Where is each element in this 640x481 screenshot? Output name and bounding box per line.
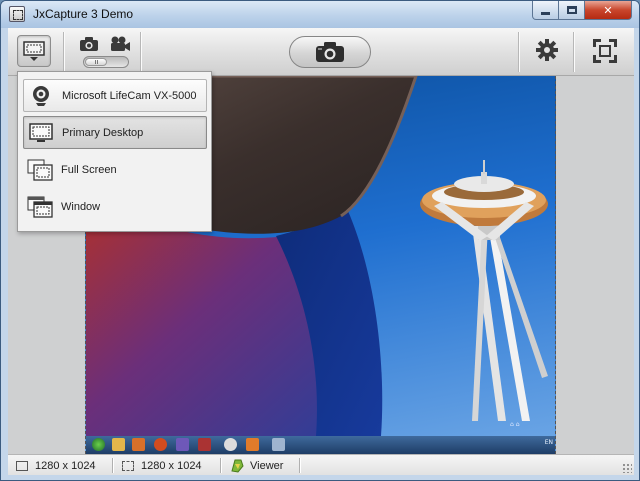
selection-size-value: 1280 x 1024: [141, 459, 202, 472]
start-orb-icon: [92, 438, 105, 451]
statusbar-divider: [220, 458, 221, 473]
fit-to-window-icon[interactable]: [592, 38, 618, 64]
source-menu: Microsoft LifeCam VX-5000 Primary Deskto…: [17, 71, 212, 232]
image-size-value: 1280 x 1024: [35, 459, 96, 472]
menu-item-label: Full Screen: [61, 163, 117, 176]
monitor-icon: [28, 121, 54, 145]
menu-item-label: Window: [61, 200, 101, 213]
source-selector-button[interactable]: [17, 35, 51, 67]
full-screen-icon: [27, 158, 53, 182]
jxcapture-app-icon[interactable]: [9, 6, 25, 22]
minimize-button[interactable]: [532, 1, 559, 20]
preview-taskbar: EN: [86, 436, 555, 454]
chat-icon: [224, 438, 237, 451]
video-camera-icon[interactable]: [109, 36, 131, 52]
photo-video-toggle[interactable]: [83, 56, 129, 68]
gear-icon[interactable]: [535, 38, 559, 62]
menu-item-full-screen[interactable]: Full Screen: [23, 153, 207, 186]
toolbar-separator: [140, 32, 141, 72]
close-icon: ✕: [603, 4, 613, 17]
close-button[interactable]: ✕: [584, 1, 632, 20]
camera-icon: [316, 42, 344, 62]
app-icon: [272, 438, 285, 451]
selection-size-section: 1280 x 1024: [122, 457, 202, 474]
webcam-icon: [28, 84, 54, 108]
game-icon: [246, 438, 259, 451]
toolbar-separator: [518, 32, 519, 72]
viewer-button[interactable]: Viewer: [229, 457, 283, 474]
toolbar-separator: [573, 32, 574, 72]
menu-item-window[interactable]: Window: [23, 190, 207, 223]
window-title: JxCapture 3 Demo: [33, 7, 134, 21]
main-toolbar: [8, 28, 634, 76]
language-indicator: EN: [544, 439, 553, 446]
menu-item-label: Microsoft LifeCam VX-5000: [62, 89, 197, 102]
window-icon: [27, 195, 53, 219]
menu-item-primary-desktop[interactable]: Primary Desktop: [23, 116, 207, 149]
save-icon: [176, 438, 189, 451]
resize-grip-icon[interactable]: [622, 463, 632, 473]
photo-camera-icon[interactable]: [79, 36, 99, 52]
viewer-icon: [231, 459, 244, 473]
menu-item-webcam[interactable]: Microsoft LifeCam VX-5000: [23, 79, 207, 112]
menu-item-label: Primary Desktop: [62, 126, 144, 139]
maximize-button[interactable]: [558, 1, 585, 20]
minimize-icon: [541, 11, 550, 15]
capture-button[interactable]: [289, 36, 371, 68]
statusbar-divider: [299, 458, 300, 473]
app-window: JxCapture 3 Demo ✕ ⌂ ⌂ EN Microsoft Life…: [0, 0, 640, 481]
title-bar[interactable]: JxCapture 3 Demo ✕: [1, 1, 639, 28]
viewer-label: Viewer: [250, 459, 284, 472]
monitor-dropdown-icon: [23, 41, 45, 61]
image-size-section: 1280 x 1024: [16, 457, 96, 474]
media-player-icon: [132, 438, 145, 451]
status-bar: 1280 x 1024 1280 x 1024 Viewer: [8, 454, 634, 475]
toolbar-separator: [63, 32, 64, 72]
statusbar-divider: [112, 458, 113, 473]
maximize-icon: [566, 6, 577, 14]
svg-text:⌂ ⌂: ⌂ ⌂: [510, 421, 520, 428]
image-size-icon: [16, 460, 28, 471]
folder-icon: [112, 438, 125, 451]
browser-icon: [154, 438, 167, 451]
system-tray: EN: [545, 439, 553, 446]
app-icon: [198, 438, 211, 451]
toggle-knob[interactable]: [85, 58, 107, 66]
selection-size-icon: [122, 460, 134, 471]
